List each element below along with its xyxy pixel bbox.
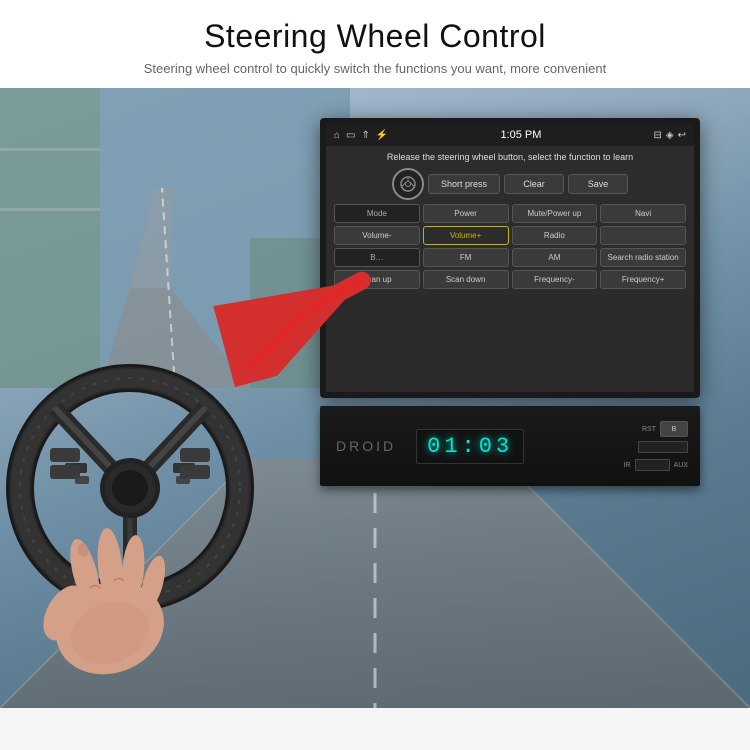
mode-button[interactable]: Mode bbox=[334, 204, 420, 223]
function-button-grid: Mode Power Mute/Power up Navi Volume- Vo… bbox=[334, 204, 686, 289]
arrows-icon: ⇑ bbox=[362, 130, 370, 141]
screen-bezel: ⌂ ▭ ⇑ ⚡ 1:05 PM ⊟ ◈ ↩ Release the steeri… bbox=[320, 118, 700, 398]
save-button[interactable]: Save bbox=[568, 174, 628, 194]
back-icon: ↩ bbox=[678, 130, 686, 141]
navi-button[interactable]: Navi bbox=[600, 204, 686, 223]
page-subtitle: Steering wheel control to quickly switch… bbox=[40, 61, 710, 76]
scan-down-button[interactable]: Scan down bbox=[423, 270, 509, 289]
page-title: Steering Wheel Control bbox=[40, 18, 710, 55]
status-bar: ⌂ ▭ ⇑ ⚡ 1:05 PM ⊟ ◈ ↩ bbox=[326, 124, 694, 146]
rst-label: RST bbox=[642, 426, 656, 433]
image-section: ⌂ ▭ ⇑ ⚡ 1:05 PM ⊟ ◈ ↩ Release the steeri… bbox=[0, 88, 750, 708]
freq-plus-button[interactable]: Frequency+ bbox=[600, 270, 686, 289]
steering-wheel-icon bbox=[392, 168, 424, 200]
location-icon: ◈ bbox=[666, 130, 674, 141]
brand-text: DROID bbox=[336, 438, 396, 454]
instruction-text: Release the steering wheel button, selec… bbox=[334, 152, 686, 162]
hand-svg bbox=[10, 518, 210, 678]
hardware-controls: RST B IR AUX bbox=[624, 421, 688, 471]
status-icons-left: ⌂ ▭ ⇑ ⚡ bbox=[334, 130, 388, 141]
digital-clock: 01:03 bbox=[416, 429, 524, 464]
status-icons-right: ⊟ ◈ ↩ bbox=[654, 130, 686, 141]
freq-minus-button[interactable]: Frequency- bbox=[512, 270, 598, 289]
volume-plus-button[interactable]: Volume+ bbox=[423, 226, 509, 245]
radio-button[interactable]: Radio bbox=[512, 226, 598, 245]
screen-content: Release the steering wheel button, selec… bbox=[326, 146, 694, 295]
header-section: Steering Wheel Control Steering wheel co… bbox=[0, 0, 750, 88]
volume-minus-button[interactable]: Volume- bbox=[334, 226, 420, 245]
aux-label: AUX bbox=[674, 462, 688, 469]
cast-icon: ⊟ bbox=[654, 130, 662, 141]
ir-slot bbox=[635, 459, 670, 471]
fm-button[interactable]: FM bbox=[423, 248, 509, 267]
hardware-unit: DROID 01:03 RST B IR AUX bbox=[320, 406, 700, 486]
top-buttons-row: Short press Clear Save bbox=[334, 168, 686, 200]
empty-button bbox=[600, 226, 686, 245]
short-press-button[interactable]: Short press bbox=[428, 174, 500, 194]
mute-power-button[interactable]: Mute/Power up bbox=[512, 204, 598, 223]
ir-label: IR bbox=[624, 462, 631, 469]
status-time: 1:05 PM bbox=[500, 129, 541, 141]
card-slot bbox=[638, 441, 688, 453]
am-button[interactable]: AM bbox=[512, 248, 598, 267]
search-radio-button[interactable]: Search radio station bbox=[600, 248, 686, 267]
usb-icon: ⚡ bbox=[376, 130, 388, 141]
rst-button[interactable]: B bbox=[660, 421, 688, 437]
screen-icon: ▭ bbox=[346, 130, 355, 141]
clear-button[interactable]: Clear bbox=[504, 174, 564, 194]
home-icon: ⌂ bbox=[334, 130, 340, 141]
power-button[interactable]: Power bbox=[423, 204, 509, 223]
